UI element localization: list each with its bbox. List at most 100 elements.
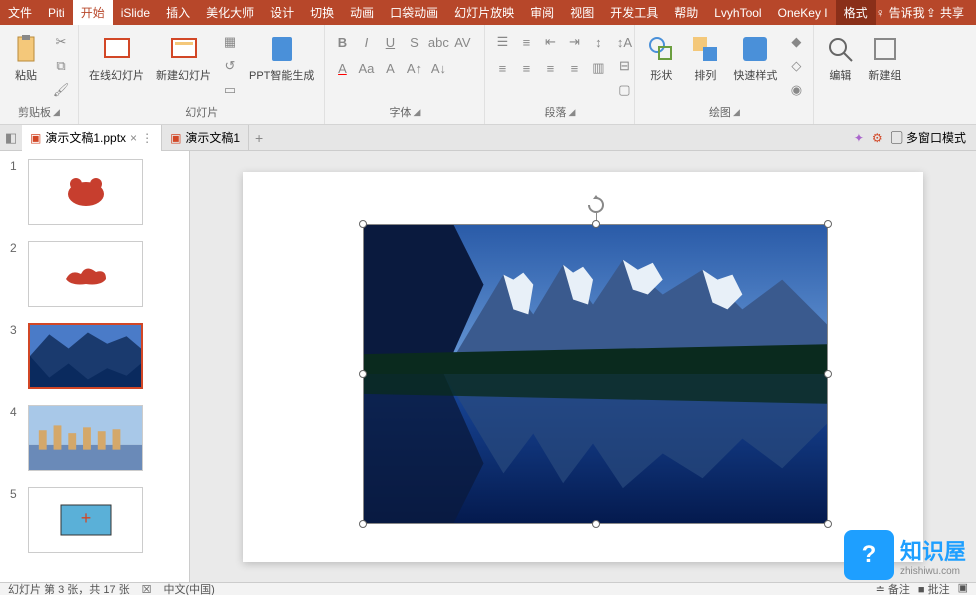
tab-lvyh[interactable]: LvyhTool	[706, 0, 769, 25]
resize-handle-bm[interactable]	[592, 520, 600, 528]
shadow-button[interactable]: abc	[427, 31, 449, 53]
tab-review[interactable]: 审阅	[522, 0, 562, 25]
tab-slideshow[interactable]: 幻灯片放映	[446, 0, 522, 25]
tab-format[interactable]: 格式	[836, 0, 876, 25]
notes-button[interactable]: ≐ 备注	[876, 582, 910, 595]
doc-tab-2[interactable]: ▣ 演示文稿1	[162, 125, 249, 151]
tab-onekey[interactable]: OneKey I	[770, 0, 836, 25]
thumbnail-3[interactable]: 3	[0, 315, 189, 397]
online-slides-icon	[101, 33, 133, 65]
new-slide-button[interactable]: 新建幻灯片	[152, 31, 215, 85]
resize-handle-ml[interactable]	[359, 370, 367, 378]
rotate-handle[interactable]	[586, 195, 606, 215]
font-color-button[interactable]: A	[331, 57, 353, 79]
edit-button[interactable]: 编辑	[820, 31, 860, 85]
tab-view[interactable]: 视图	[562, 0, 602, 25]
align-right-button[interactable]: ≡	[539, 57, 561, 79]
language-label[interactable]: 中文(中国)	[164, 582, 215, 595]
thumbnail-5[interactable]: 5 +	[0, 479, 189, 561]
slide-area[interactable]	[190, 151, 976, 582]
newgroup-button[interactable]: 新建组	[864, 31, 905, 85]
section-button[interactable]: ▭	[219, 79, 241, 101]
gear-icon[interactable]: ⚙	[872, 131, 883, 145]
indent-dec-button[interactable]: ⇤	[539, 31, 561, 53]
shapes-button[interactable]: 形状	[641, 31, 681, 85]
tell-me[interactable]: ♀ 告诉我	[876, 4, 925, 21]
paste-button[interactable]: 粘贴	[6, 31, 46, 85]
share-button[interactable]: ⇪ 共享	[926, 4, 964, 21]
star-icon[interactable]: ✦	[854, 131, 864, 145]
spacing-button[interactable]: AV	[451, 31, 473, 53]
tab-insert[interactable]: 插入	[158, 0, 198, 25]
view-normal-icon[interactable]: ▣	[958, 582, 968, 595]
tab-file[interactable]: 文件	[0, 0, 40, 25]
doc-nav-button[interactable]: ◧	[0, 127, 22, 149]
bold-button[interactable]: B	[331, 31, 353, 53]
resize-handle-bl[interactable]	[359, 520, 367, 528]
quickstyle-button[interactable]: 快速样式	[729, 31, 781, 85]
line-spacing-button[interactable]: ↕	[587, 31, 609, 53]
resize-handle-tm[interactable]	[592, 220, 600, 228]
tab-design[interactable]: 设计	[262, 0, 302, 25]
italic-button[interactable]: I	[355, 31, 377, 53]
slide-canvas[interactable]	[243, 172, 923, 562]
tab-home[interactable]: 开始	[73, 0, 113, 25]
tab-islide[interactable]: iSlide	[113, 0, 158, 25]
doc-tab-1[interactable]: ▣ 演示文稿1.pptx × ⋮	[22, 125, 162, 151]
resize-handle-mr[interactable]	[824, 370, 832, 378]
underline-button[interactable]: U	[379, 31, 401, 53]
group-paragraph: ☰ ≡ ⇤ ⇥ ↕ ≡ ≡ ≡ ≡ ▥ ↕A ⊟ ▢ 段落	[485, 25, 635, 124]
font-launcher[interactable]: ◢	[413, 107, 420, 118]
strike-button[interactable]: S	[403, 31, 425, 53]
smartart-button[interactable]: ▢	[613, 79, 635, 101]
ppt-smart-button[interactable]: PPT智能生成	[245, 31, 318, 85]
arrange-button[interactable]: 排列	[685, 31, 725, 85]
tab-beautify[interactable]: 美化大师	[198, 0, 262, 25]
online-slides-button[interactable]: 在线幻灯片	[85, 31, 148, 85]
justify-button[interactable]: ≡	[563, 57, 585, 79]
drawing-launcher[interactable]: ◢	[733, 107, 740, 118]
clear-format-button[interactable]: A	[379, 57, 401, 79]
copy-button[interactable]: ⧉	[50, 55, 72, 77]
accessibility-icon[interactable]: ☒	[142, 583, 152, 595]
align-text-button[interactable]: ⊟	[613, 55, 635, 77]
shape-fill-button[interactable]: ◆	[785, 31, 807, 53]
multiwindow-button[interactable]: ▢ 多窗口模式	[891, 129, 966, 146]
align-center-button[interactable]: ≡	[515, 57, 537, 79]
layout-button[interactable]: ▦	[219, 31, 241, 53]
bullets-button[interactable]: ☰	[491, 31, 513, 53]
thumbnail-4[interactable]: 4	[0, 397, 189, 479]
tab-animations[interactable]: 动画	[342, 0, 382, 25]
paragraph-launcher[interactable]: ◢	[568, 107, 575, 118]
thumbnail-2[interactable]: 2	[0, 233, 189, 315]
text-direction-button[interactable]: ↕A	[613, 31, 635, 53]
shape-effects-button[interactable]: ◉	[785, 79, 807, 101]
resize-handle-br[interactable]	[824, 520, 832, 528]
new-tab-button[interactable]: +	[249, 130, 269, 146]
comments-button[interactable]: ■ 批注	[918, 582, 950, 595]
reset-button[interactable]: ↺	[219, 55, 241, 77]
font-size-dec-button[interactable]: A↓	[427, 57, 449, 79]
tab-transitions[interactable]: 切换	[302, 0, 342, 25]
numbering-button[interactable]: ≡	[515, 31, 537, 53]
clipboard-launcher[interactable]: ◢	[53, 107, 60, 118]
change-case-button[interactable]: Aa	[355, 57, 377, 79]
format-painter-button[interactable]: 🖌	[50, 79, 72, 101]
more-icon[interactable]: ⋮	[141, 131, 153, 145]
tab-developer[interactable]: 开发工具	[602, 0, 666, 25]
resize-handle-tl[interactable]	[359, 220, 367, 228]
indent-inc-button[interactable]: ⇥	[563, 31, 585, 53]
align-left-button[interactable]: ≡	[491, 57, 513, 79]
resize-handle-tr[interactable]	[824, 220, 832, 228]
columns-button[interactable]: ▥	[587, 57, 609, 79]
close-icon[interactable]: ×	[130, 131, 137, 145]
tab-pocket[interactable]: 口袋动画	[382, 0, 446, 25]
cut-button[interactable]: ✂	[50, 31, 72, 53]
font-size-inc-button[interactable]: A↑	[403, 57, 425, 79]
selected-image[interactable]	[363, 224, 828, 524]
thumbnail-panel[interactable]: 1 2 3 4	[0, 151, 190, 582]
thumbnail-1[interactable]: 1	[0, 151, 189, 233]
shape-outline-button[interactable]: ◇	[785, 55, 807, 77]
tab-help[interactable]: 帮助	[666, 0, 706, 25]
tab-piti[interactable]: Piti	[40, 0, 73, 25]
